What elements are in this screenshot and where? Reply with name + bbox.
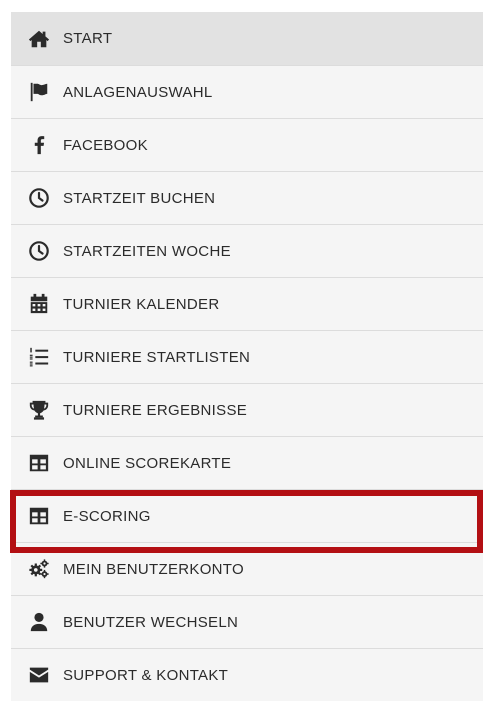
gears-icon [27, 557, 51, 581]
menu-item-anlagenauswahl[interactable]: ANLAGENAUSWAHL [11, 65, 483, 118]
menu-item-start[interactable]: START [11, 12, 483, 65]
home-icon [27, 27, 51, 51]
menu-item-label: TURNIERE STARTLISTEN [63, 348, 251, 366]
menu-item-label: START [63, 30, 113, 47]
menu-item-label: E-SCORING [63, 507, 151, 525]
menu-item-label: STARTZEIT BUCHEN [63, 189, 216, 207]
menu-item-label: FACEBOOK [63, 136, 148, 154]
menu-item-startzeiten-woche[interactable]: STARTZEITEN WOCHE [11, 224, 483, 277]
trophy-icon [27, 398, 51, 422]
menu-item-label: ONLINE SCOREKARTE [63, 454, 232, 472]
menu-item-turniere-ergebnisse[interactable]: TURNIERE ERGEBNISSE [11, 383, 483, 436]
menu-item-benutzer-wechseln[interactable]: BENUTZER WECHSELN [11, 595, 483, 648]
menu-item-mein-benutzerkonto[interactable]: MEIN BENUTZERKONTO [11, 542, 483, 595]
menu-item-startzeit-buchen[interactable]: STARTZEIT BUCHEN [11, 171, 483, 224]
menu-item-label: ANLAGENAUSWAHL [63, 83, 213, 101]
menu-item-turniere-startlisten[interactable]: TURNIERE STARTLISTEN [11, 330, 483, 383]
menu-item-label: SUPPORT & KONTAKT [63, 666, 229, 684]
menu-item-label: TURNIERE ERGEBNISSE [63, 401, 248, 419]
menu-item-label: MEIN BENUTZERKONTO [63, 560, 244, 578]
table-icon [27, 504, 51, 528]
menu-item-support-kontakt[interactable]: SUPPORT & KONTAKT [11, 648, 483, 701]
facebook-icon [27, 133, 51, 157]
clock-icon [27, 186, 51, 210]
menu-item-e-scoring[interactable]: E-SCORING [11, 489, 483, 542]
menu-item-facebook[interactable]: FACEBOOK [11, 118, 483, 171]
navigation-menu: START ANLAGENAUSWAHL FACEBOOK STARTZEIT … [11, 12, 483, 701]
user-icon [27, 610, 51, 634]
flag-icon [27, 80, 51, 104]
menu-item-label: STARTZEITEN WOCHE [63, 242, 231, 260]
menu-item-label: TURNIER KALENDER [63, 295, 220, 313]
menu-item-online-scorekarte[interactable]: ONLINE SCOREKARTE [11, 436, 483, 489]
menu-item-turnier-kalender[interactable]: TURNIER KALENDER [11, 277, 483, 330]
envelope-icon [27, 663, 51, 687]
ordered-list-icon [27, 345, 51, 369]
table-icon [27, 451, 51, 475]
calendar-icon [27, 292, 51, 316]
menu-item-label: BENUTZER WECHSELN [63, 613, 239, 631]
clock-icon [27, 239, 51, 263]
